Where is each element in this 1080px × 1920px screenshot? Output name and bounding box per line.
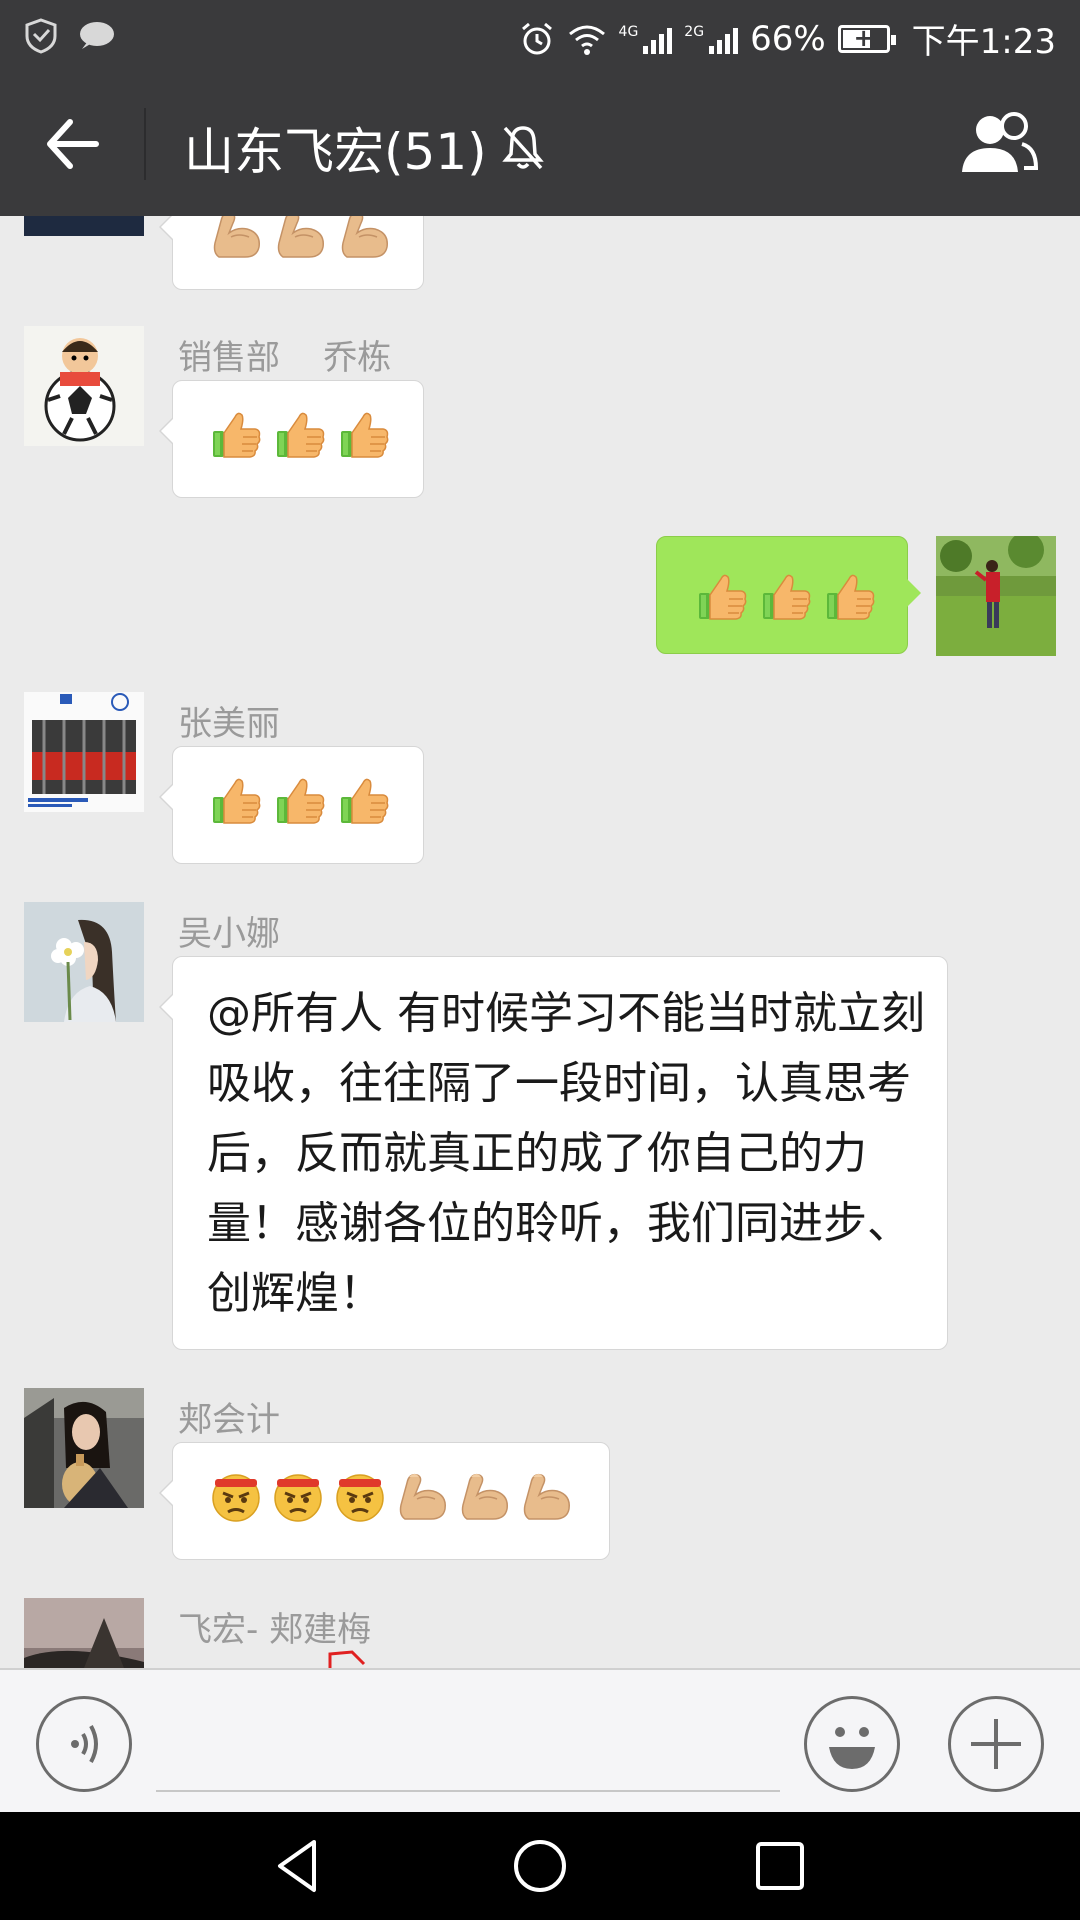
thumbs-up-icon [209,407,263,461]
shield-icon [25,18,57,54]
my-avatar[interactable] [936,536,1056,656]
battery-percent: 66% [750,18,826,59]
thumbs-up-icon [823,569,877,623]
back-arrow-icon[interactable] [40,112,104,176]
nav-home-icon[interactable] [508,1834,572,1898]
thumbs-up-icon [337,407,391,461]
emoji-row [209,216,391,261]
network-4g-label: 4G [618,23,639,40]
mute-bell-icon [501,126,544,170]
message-bubble[interactable] [159,380,424,498]
wifi-icon [568,25,605,55]
sender-name: 张美丽 [178,704,280,744]
angry-face-icon [271,1469,325,1523]
message-text: @所有人 有时候学习不能当时就立刻吸收，往往隔了一段时间，认真思考后，反而就真正… [207,988,925,1319]
smiley-icon [829,1727,875,1769]
flexed-biceps-icon [519,1469,573,1523]
chat-bubble-icon [80,22,114,49]
thumbs-up-icon [695,569,749,623]
thumbs-up-icon [337,773,391,827]
status-bar: 4G 2G 66% + 下午1:23 [0,0,1080,72]
message-bubble-outgoing[interactable] [656,536,921,654]
sender-name: 吴小娜 [178,914,280,954]
thumbs-up-icon [273,773,327,827]
emoji-row [209,1469,573,1523]
emoji-row [695,569,877,623]
title-bar: 山东飞宏(51) [0,72,1080,216]
avatar[interactable] [24,1388,144,1508]
plus-icon [971,1719,1021,1769]
chat-list[interactable]: 销售部 乔栋 张美丽 吴小娜 @所有人 有时候学习不能当时就立刻吸收，往往隔了一… [0,216,1080,1668]
angry-face-icon [209,1469,263,1523]
sender-name: 飞宏- 郏建梅 [178,1610,372,1650]
emoji-row [209,407,391,461]
voice-input-button[interactable] [36,1696,132,1792]
avatar[interactable] [24,902,144,1022]
message-bubble[interactable] [159,1442,610,1560]
angry-face-icon [333,1469,387,1523]
flexed-biceps-icon [395,1469,449,1523]
thumbs-up-icon [759,569,813,623]
emoji-button[interactable] [804,1696,900,1792]
battery-icon: + [837,24,896,53]
message-bubble[interactable] [159,216,424,290]
flexed-biceps-icon [337,216,391,261]
system-nav-bar [0,1812,1080,1920]
group-members-icon[interactable] [956,110,1040,178]
avatar[interactable] [24,692,144,812]
flexed-biceps-icon [457,1469,511,1523]
voice-icon [71,1725,98,1763]
input-bar [0,1668,1080,1812]
flexed-biceps-icon [273,216,327,261]
emoji-row [209,773,391,827]
nav-recents-icon[interactable] [748,1834,812,1898]
message-bubble[interactable] [159,746,424,864]
alarm-icon [521,22,552,54]
sender-name: 郏会计 [178,1400,280,1440]
chat-title: 山东飞宏(51) [184,123,487,181]
message-input[interactable] [156,1790,780,1792]
message-bubble[interactable]: @所有人 有时候学习不能当时就立刻吸收，往往隔了一段时间，认真思考后，反而就真正… [159,956,948,1350]
more-button[interactable] [948,1696,1044,1792]
thumbs-up-icon [209,773,263,827]
nav-back-icon[interactable] [268,1834,332,1898]
sender-name: 销售部 乔栋 [178,338,392,378]
clock: 下午1:23 [911,22,1056,62]
avatar[interactable] [24,1598,144,1668]
message-sticker-partial [328,1650,366,1668]
title-divider [144,108,146,180]
chat-title-group: 山东飞宏(51) [184,112,545,184]
network-2g-label: 2G [684,23,705,40]
thumbs-up-icon [273,407,327,461]
avatar[interactable] [24,326,144,446]
signal-4g-icon: 4G [619,24,673,54]
flexed-biceps-icon [209,216,263,261]
avatar[interactable] [24,216,144,236]
signal-2g-icon: 2G [684,23,739,54]
